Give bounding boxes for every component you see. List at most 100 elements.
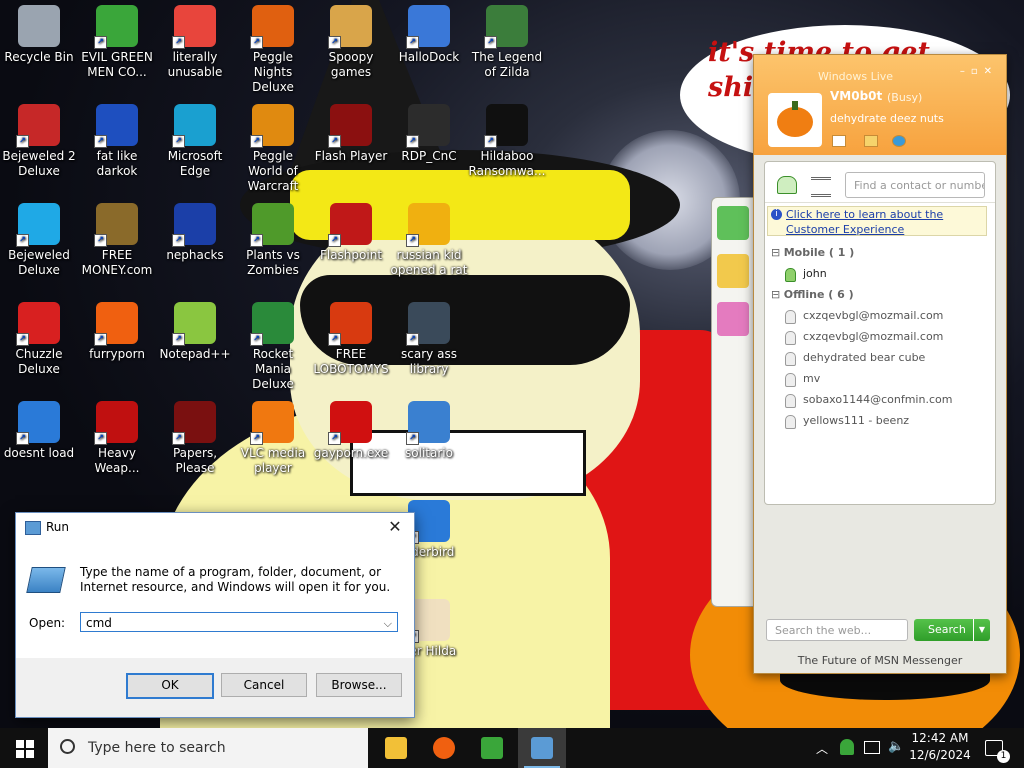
msn-messenger-window: Windows Live –▫✕ VM0b0t (Busy) dehydrate…	[753, 54, 1007, 674]
solitaire-icon: ↗	[406, 401, 450, 445]
desktop-icon[interactable]: ↗ Heavy Weap...	[78, 401, 156, 476]
desktop-icon[interactable]: ↗ Flash Player	[312, 104, 390, 164]
desktop-icon[interactable]: ↗ fat like darkok	[78, 104, 156, 179]
contact-list-item[interactable]: sobaxo1144@confmin.com	[783, 393, 952, 408]
desktop-icon[interactable]: ↗ HalloDock	[390, 5, 468, 65]
contact-group-header[interactable]: ⊟ Offline ( 6 )	[771, 288, 854, 301]
web-search-input[interactable]: Search the web...	[766, 619, 908, 641]
desktop-icon[interactable]: ↗ VLC media player	[234, 401, 312, 476]
shortcut-arrow-icon: ↗	[250, 36, 263, 49]
display-name[interactable]: VM0b0t	[830, 89, 882, 103]
contact-list-item[interactable]: john	[783, 267, 827, 282]
desktop-icon[interactable]: ↗ Microsoft Edge	[156, 104, 234, 179]
desktop-icon-label: EVIL GREEN MEN CO...	[81, 50, 153, 79]
desktop-icon-label: The Legend of Zilda	[471, 50, 543, 79]
window-controls[interactable]: –▫✕	[960, 66, 998, 77]
desktop-icon[interactable]: ↗ doesnt load	[0, 401, 78, 461]
desktop-icon[interactable]: ↗ furryporn	[78, 302, 156, 362]
taskbar-clock[interactable]: 12:42 AM 12/6/2024	[904, 730, 976, 764]
desktop-icon[interactable]: ↗ Flashpoint	[312, 203, 390, 263]
chevron-up-icon[interactable]: ︿	[816, 740, 828, 780]
desktop-icon[interactable]: ↗ gayporn.exe	[312, 401, 390, 461]
msn-title: Windows Live	[818, 70, 894, 83]
desktop-icon[interactable]: ↗ Peggle Nights Deluxe	[234, 5, 312, 95]
search-button[interactable]: Search ▼	[914, 619, 990, 641]
network-icon[interactable]	[864, 741, 880, 754]
desktop-icon[interactable]: ↗ FREE MONEY.com	[78, 203, 156, 278]
desktop-icon[interactable]: ↗ Peggle World of Warcraft	[234, 104, 312, 194]
run-title-bar[interactable]: Run ✕	[16, 513, 414, 541]
shortcut-arrow-icon: ↗	[16, 135, 29, 148]
desktop-icon[interactable]: ↗ russian kid opened a rat	[390, 203, 468, 278]
volume-icon[interactable]: 🔈	[888, 739, 904, 779]
desktop-icon[interactable]: ↗ Plants vs Zombies	[234, 203, 312, 278]
desktop-icon-label: Heavy Weap...	[94, 446, 140, 475]
taskbar-app-button[interactable]	[518, 728, 566, 768]
taskbar-app-button[interactable]	[468, 728, 516, 768]
desktop-icon-label: Notepad++	[159, 347, 231, 361]
desktop-icon[interactable]: ↗ Bejeweled 2 Deluxe	[0, 104, 78, 179]
desktop-icon[interactable]: ↗ Bejeweled Deluxe	[0, 203, 78, 278]
contact-list-item[interactable]: yellows111 - beenz	[783, 414, 909, 429]
tab-today[interactable]	[717, 302, 749, 336]
desktop-icon[interactable]: Recycle Bin	[0, 5, 78, 65]
chevron-down-icon[interactable]: ⌵	[384, 614, 392, 634]
notification-icon[interactable]: 1	[985, 740, 1010, 763]
contact-list-item[interactable]: cxzqevbgl@mozmail.com	[783, 309, 943, 324]
desktop-icon[interactable]: ↗ nephacks	[156, 203, 234, 263]
find-contact-input[interactable]: Find a contact or numbe	[845, 172, 985, 198]
desktop-icon[interactable]: ↗ Hildaboo Ransomwa...	[468, 104, 546, 179]
shortcut-arrow-icon: ↗	[94, 36, 107, 49]
money-bag-icon: ↗	[94, 203, 138, 247]
personal-message[interactable]: dehydrate deez nuts	[830, 112, 944, 125]
collapse-icon[interactable]: ⊟	[771, 246, 784, 259]
open-input[interactable]: cmd ⌵	[80, 612, 398, 632]
globe-icon[interactable]	[892, 135, 906, 147]
desktop-icon[interactable]: ↗ Spoopy games	[312, 5, 390, 80]
desktop-icon[interactable]: ↗ The Legend of Zilda	[468, 5, 546, 80]
contact-list-item[interactable]: dehydrated bear cube	[783, 351, 925, 366]
status-badge[interactable]: (Busy)	[887, 91, 922, 104]
desktop-icon[interactable]: ↗ scary ass library	[390, 302, 468, 377]
mail-icon[interactable]	[832, 135, 846, 147]
shortcut-arrow-icon: ↗	[484, 36, 497, 49]
tab-contacts[interactable]	[717, 206, 749, 240]
close-icon[interactable]: ✕	[384, 516, 406, 538]
desktop-icon[interactable]: ↗ FREE LOBOTOMYS	[312, 302, 390, 377]
add-contact-icon[interactable]	[777, 176, 797, 194]
contact-group-header[interactable]: ⊟ Mobile ( 1 )	[771, 246, 854, 259]
desktop-icon[interactable]: ↗ EVIL GREEN MEN CO...	[78, 5, 156, 80]
taskbar-search-input[interactable]: Type here to search	[48, 728, 368, 768]
desktop-icon[interactable]: ↗ Papers, Please	[156, 401, 234, 476]
cancel-button[interactable]: Cancel	[221, 673, 307, 697]
list-view-icon[interactable]	[811, 177, 831, 197]
avatar[interactable]	[768, 93, 822, 147]
papers-please-icon: ↗	[172, 401, 216, 445]
shortcut-arrow-icon: ↗	[406, 36, 419, 49]
contact-list-item[interactable]: mv	[783, 372, 820, 387]
ok-button[interactable]: OK	[126, 673, 214, 699]
shortcut-arrow-icon: ↗	[250, 333, 263, 346]
desktop-icon[interactable]: ↗ RDP_CnC	[390, 104, 468, 164]
taskbar-app-button[interactable]	[420, 728, 468, 768]
browse-button[interactable]: Browse...	[316, 673, 402, 697]
flashpoint-icon: ↗	[328, 203, 372, 247]
run-title: Run	[46, 520, 70, 534]
msn-tray-icon[interactable]	[840, 739, 854, 755]
contact-list-item[interactable]: cxzqevbgl@mozmail.com	[783, 330, 943, 345]
desktop-icon[interactable]: ↗ Chuzzle Deluxe	[0, 302, 78, 377]
customer-experience-link[interactable]: i Click here to learn about the Customer…	[767, 206, 987, 236]
desktop-icon[interactable]: ↗ solitario	[390, 401, 468, 461]
folder-icon[interactable]	[864, 135, 878, 147]
tab-alerts[interactable]	[717, 254, 749, 288]
desktop-icon[interactable]: ↗ Rocket Mania Deluxe	[234, 302, 312, 392]
chevron-down-icon[interactable]: ▼	[973, 619, 990, 641]
yashma-icon: ↗	[484, 104, 528, 148]
bejeweled2-icon: ↗	[16, 104, 60, 148]
clock-date: 12/6/2024	[909, 748, 971, 762]
desktop-icon[interactable]: ↗ Notepad++	[156, 302, 234, 362]
taskbar-app-button[interactable]	[372, 728, 420, 768]
collapse-icon[interactable]: ⊟	[771, 288, 784, 301]
desktop-icon[interactable]: ↗ literally unusable	[156, 5, 234, 80]
start-button[interactable]	[0, 728, 48, 768]
